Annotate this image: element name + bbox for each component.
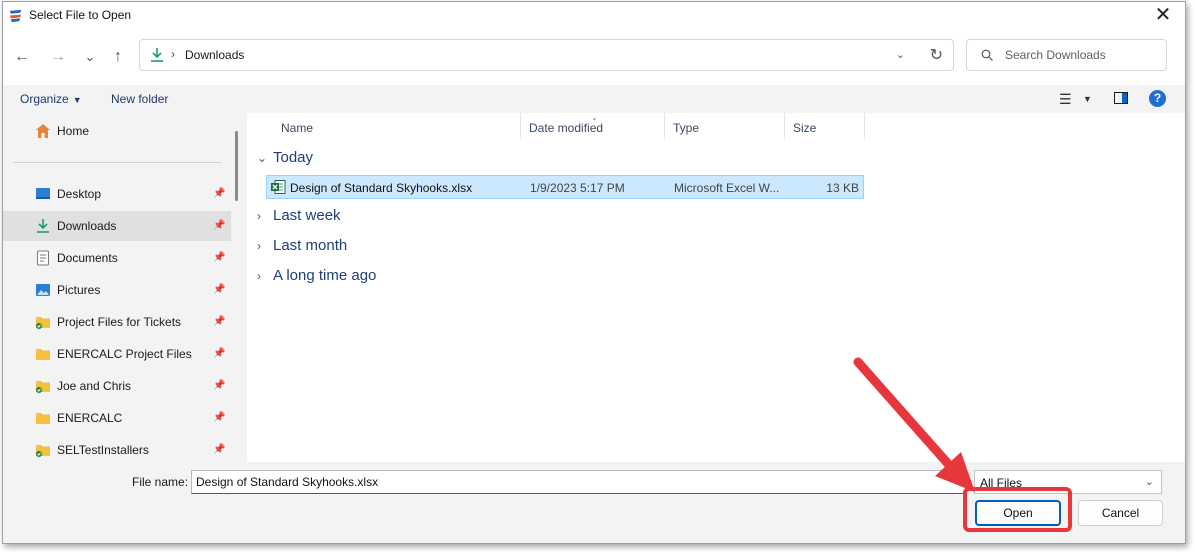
cancel-button[interactable]: Cancel <box>1078 500 1163 526</box>
column-header-label: Name <box>281 121 314 135</box>
folder-icon <box>36 349 50 360</box>
up-button[interactable]: ↑ <box>107 47 129 67</box>
chevron-down-icon[interactable]: ⌄ <box>896 48 905 61</box>
column-header-label: Date modified <box>529 121 604 135</box>
breadcrumb-downloads[interactable]: Downloads <box>185 48 244 62</box>
close-button[interactable]: ✕ <box>1151 4 1175 26</box>
folder-synced-icon <box>36 445 50 457</box>
chevron-down-icon[interactable]: ▼ <box>949 475 958 485</box>
chevron-right-icon: › <box>257 239 261 253</box>
sidebar-item-desktop[interactable]: Desktop 📌 <box>3 179 231 209</box>
caret-down-icon[interactable]: ▼ <box>1083 94 1092 104</box>
file-row[interactable]: Design of Standard Skyhooks.xlsx 1/9/202… <box>266 175 864 199</box>
sidebar-item-seltestinstallers[interactable]: SELTestInstallers 📌 <box>3 435 231 465</box>
column-header-type[interactable]: Type <box>665 113 785 139</box>
sidebar-item-pictures[interactable]: Pictures 📌 <box>3 275 231 305</box>
sidebar-item-label: Home <box>57 124 90 138</box>
preview-pane-icon[interactable] <box>1114 92 1128 104</box>
group-label: Last month <box>273 237 348 254</box>
divider <box>13 162 221 163</box>
sidebar-item-label: Pictures <box>57 283 101 297</box>
organize-button[interactable]: Organize ▼ <box>20 92 82 106</box>
column-header-label: Size <box>793 121 817 135</box>
file-type: Microsoft Excel W... <box>674 181 780 195</box>
pin-icon[interactable]: 📌 <box>213 284 225 295</box>
pin-icon[interactable]: 📌 <box>213 412 225 423</box>
pin-icon[interactable]: 📌 <box>213 380 225 391</box>
sidebar-item-label: Documents <box>57 251 118 265</box>
sidebar-item-joe-and-chris[interactable]: Joe and Chris 📌 <box>3 371 231 401</box>
pin-icon[interactable]: 📌 <box>213 444 225 455</box>
pin-icon[interactable]: 📌 <box>213 252 225 263</box>
sidebar-item-label: Project Files for Tickets <box>57 315 182 329</box>
sidebar-item-label: ENERCALC Project Files <box>57 347 192 361</box>
documents-icon <box>37 250 49 266</box>
chevron-down-icon: ⌄ <box>257 151 268 165</box>
help-icon[interactable]: ? <box>1149 90 1166 107</box>
folder-synced-icon <box>36 317 50 329</box>
annotation-highlight-box <box>963 487 1072 532</box>
chevron-right-icon: › <box>257 209 261 223</box>
file-date-modified: 1/9/2023 5:17 PM <box>530 181 625 195</box>
file-name-label: File name: <box>132 475 189 489</box>
sidebar-scrollbar[interactable] <box>235 131 238 201</box>
group-label: A long time ago <box>273 267 377 284</box>
sidebar-item-label: SELTestInstallers <box>57 443 149 457</box>
navigation-bar: ← → ⌄ ↑ › Downloads ⌄ ↻ <box>3 29 1185 85</box>
recent-locations-button[interactable]: ⌄ <box>79 47 101 67</box>
navigation-pane: Home Desktop 📌 Downloads 📌 Documents 📌 P… <box>3 113 239 462</box>
column-header-name[interactable]: Name <box>273 113 521 139</box>
chevron-down-icon: ⌄ <box>1144 476 1154 488</box>
dialog-title: Select File to Open <box>29 8 132 22</box>
group-label: Last week <box>273 207 341 224</box>
sidebar-item-home[interactable]: Home <box>3 116 231 146</box>
pin-icon[interactable]: 📌 <box>213 316 225 327</box>
forward-button[interactable]: → <box>47 47 69 67</box>
folder-synced-icon <box>36 381 50 393</box>
new-folder-button[interactable]: New folder <box>111 92 168 106</box>
pin-icon[interactable]: 📌 <box>213 188 225 199</box>
sidebar-item-label: Joe and Chris <box>57 379 132 393</box>
organize-label: Organize <box>20 92 69 106</box>
desktop-icon <box>36 188 50 199</box>
caret-down-icon: ▼ <box>72 95 82 105</box>
sidebar-item-label: ENERCALC <box>57 411 123 425</box>
breadcrumb-separator: › <box>171 47 175 61</box>
sidebar-item-enercalc[interactable]: ENERCALC 📌 <box>3 403 231 433</box>
refresh-icon[interactable]: ↻ <box>930 45 943 65</box>
chevron-right-icon: › <box>257 269 261 283</box>
column-header-label: Type <box>673 121 700 135</box>
sidebar-item-documents[interactable]: Documents 📌 <box>3 243 231 273</box>
address-bar[interactable]: › Downloads ⌄ ↻ <box>139 39 954 71</box>
sort-indicator-icon: ⌄ <box>591 113 598 122</box>
file-size: 13 KB <box>826 181 859 195</box>
file-open-dialog: Select File to Open ✕ ← → ⌄ ↑ › Download… <box>2 1 1186 544</box>
back-button[interactable]: ← <box>11 47 33 67</box>
download-icon <box>151 48 163 62</box>
search-box[interactable] <box>966 39 1167 71</box>
pin-icon[interactable]: 📌 <box>213 348 225 359</box>
sidebar-item-downloads[interactable]: Downloads 📌 <box>3 211 231 241</box>
command-bar: Organize ▼ New folder ☰ ▼ ? <box>3 85 1185 113</box>
file-name: Design of Standard Skyhooks.xlsx <box>290 181 473 195</box>
sidebar-item-project-files[interactable]: Project Files for Tickets 📌 <box>3 307 231 337</box>
sidebar-item-enercalc-project-files[interactable]: ENERCALC Project Files 📌 <box>3 339 231 369</box>
group-label: Today <box>273 149 314 166</box>
home-icon <box>36 124 50 138</box>
title-bar: Select File to Open ✕ <box>3 2 1185 29</box>
search-icon <box>981 49 993 61</box>
folder-icon <box>36 413 50 424</box>
sidebar-item-label: Downloads <box>57 219 117 233</box>
search-input[interactable] <box>1005 45 1160 65</box>
app-logo-icon <box>9 9 22 23</box>
column-header-size[interactable]: Size <box>785 113 865 139</box>
pin-icon[interactable]: 📌 <box>213 220 225 231</box>
file-name-field[interactable] <box>191 470 966 494</box>
sidebar-item-label: Desktop <box>57 187 102 201</box>
pictures-icon <box>36 284 50 296</box>
view-options-icon[interactable]: ☰ <box>1059 91 1072 108</box>
file-list: Name Date modified ⌄ Type Size ⌄ Today D… <box>247 113 1185 462</box>
download-icon <box>37 219 49 233</box>
excel-file-icon <box>271 180 286 194</box>
